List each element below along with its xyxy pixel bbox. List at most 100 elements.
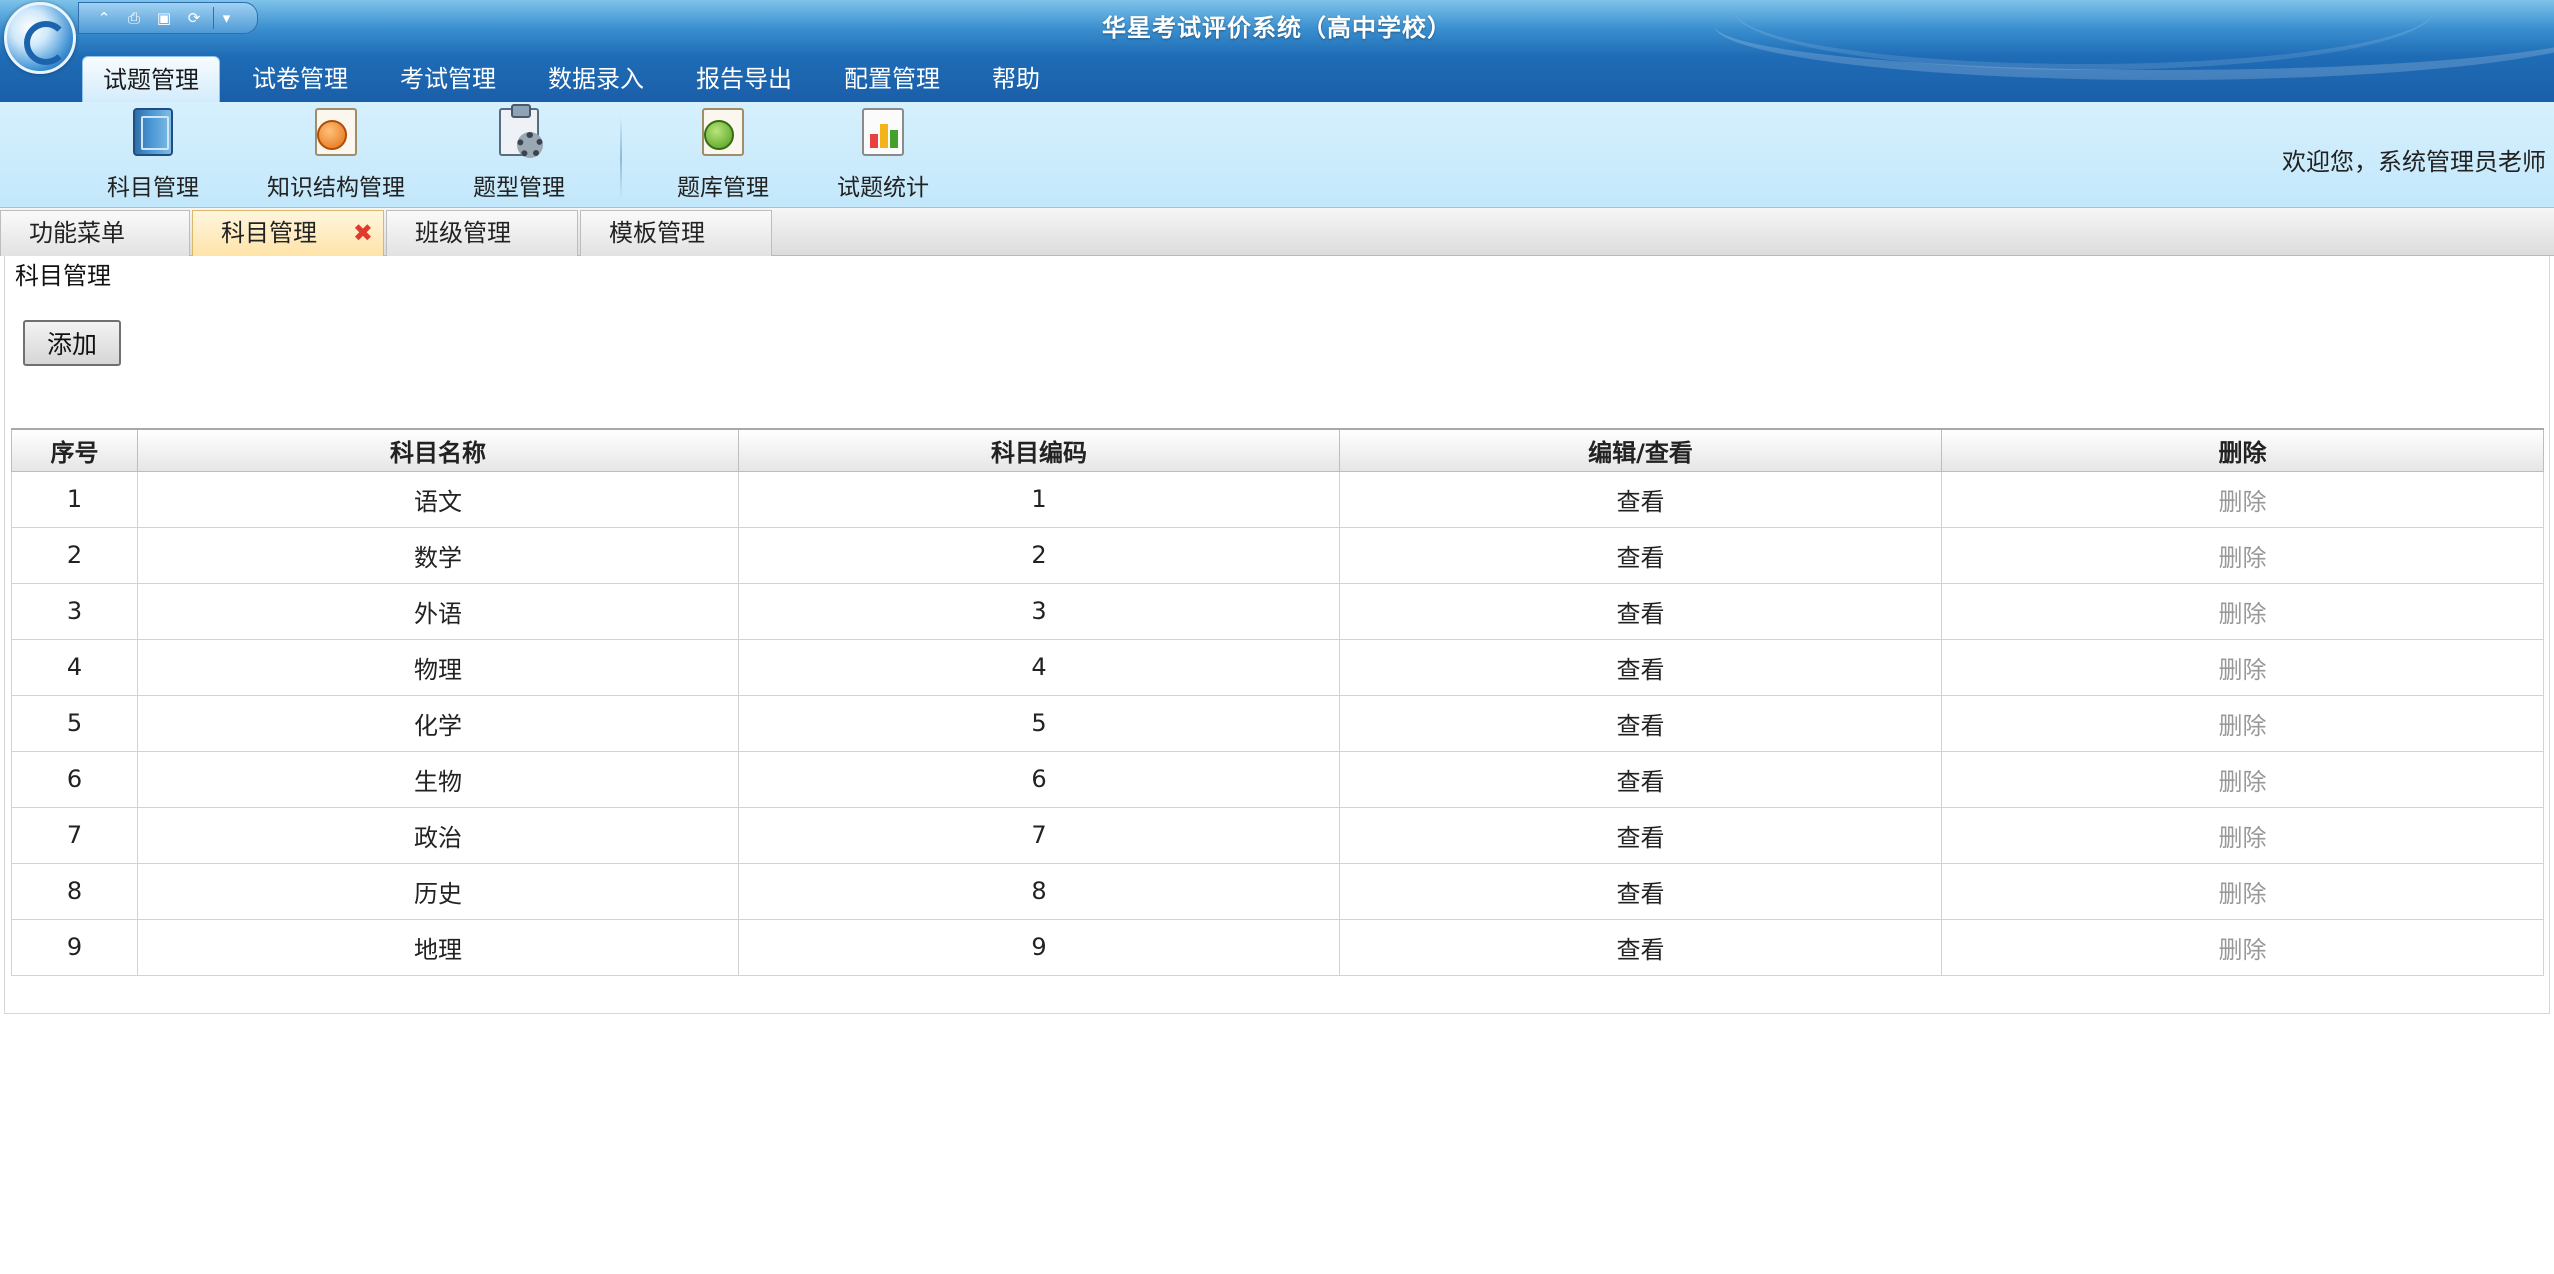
table-row: 7 政治 7 查看 删除 <box>11 806 2544 864</box>
question-bank-button[interactable]: 题库管理 <box>668 108 778 204</box>
delete-link: 删除 <box>1941 918 2544 976</box>
question-type-button[interactable]: 题型管理 <box>464 104 574 204</box>
doc-tab-function-menu[interactable]: 功能菜单 <box>0 210 190 256</box>
cell-index: 7 <box>11 806 138 864</box>
cell-subject-name: 政治 <box>137 806 739 864</box>
welcome-message: 欢迎您，系统管理员老师 <box>2282 148 2546 176</box>
column-header-subject-code: 科目编码 <box>738 428 1340 472</box>
subject-management-panel: 科目管理 添加 序号 科目名称 科目编码 编辑/查看 删除 1 语文 1 查看 … <box>4 256 2550 1014</box>
ribbon-panel: 科目管理 知识结构管理 题型管理 题库管理 试题统计 欢迎您，系统管理员老师 <box>0 102 2554 208</box>
document-tab-bar: 功能菜单 科目管理 ✖ 班级管理 模板管理 <box>0 208 2554 256</box>
doc-tab-label: 科目管理 <box>221 219 317 247</box>
knowledge-structure-label: 知识结构管理 <box>267 175 405 201</box>
toolbar-dropdown-icon[interactable]: ▾ <box>213 7 239 29</box>
cell-index: 9 <box>11 918 138 976</box>
question-bank-label: 题库管理 <box>677 175 769 201</box>
ribbon-separator <box>620 116 622 200</box>
collapse-icon[interactable]: ⌃ <box>93 7 115 29</box>
window-title: 华星考试评价系统（高中学校） <box>1102 14 1452 42</box>
quick-access-toolbar: ⌃ ⎙ ▣ ⟳ ▾ <box>78 2 258 34</box>
bar-chart-icon <box>862 108 904 156</box>
cell-subject-code: 4 <box>738 638 1340 696</box>
view-link[interactable]: 查看 <box>1339 750 1942 808</box>
book-icon <box>133 108 173 156</box>
knowledge-doc-icon <box>315 108 357 156</box>
view-link[interactable]: 查看 <box>1339 862 1942 920</box>
table-row: 6 生物 6 查看 删除 <box>11 750 2544 808</box>
ribbon-tab-paper-management[interactable]: 试卷管理 <box>232 56 368 102</box>
view-link[interactable]: 查看 <box>1339 582 1942 640</box>
delete-link: 删除 <box>1941 862 2544 920</box>
column-header-edit-view: 编辑/查看 <box>1339 428 1942 472</box>
cell-subject-name: 数学 <box>137 526 739 584</box>
delete-link: 删除 <box>1941 806 2544 864</box>
delete-link: 删除 <box>1941 526 2544 584</box>
ribbon-tab-help[interactable]: 帮助 <box>972 56 1060 102</box>
cell-index: 8 <box>11 862 138 920</box>
refresh-icon[interactable]: ⟳ <box>183 7 205 29</box>
table-row: 9 地理 9 查看 删除 <box>11 918 2544 976</box>
column-header-subject-name: 科目名称 <box>137 428 739 472</box>
column-header-index: 序号 <box>11 428 138 472</box>
ribbon-tab-config-management[interactable]: 配置管理 <box>824 56 960 102</box>
delete-link: 删除 <box>1941 694 2544 752</box>
doc-tab-subject-management[interactable]: 科目管理 ✖ <box>192 210 384 256</box>
cell-index: 1 <box>11 470 138 528</box>
ribbon-tab-report-export[interactable]: 报告导出 <box>676 56 812 102</box>
table-row: 1 语文 1 查看 删除 <box>11 470 2544 528</box>
delete-link: 删除 <box>1941 638 2544 696</box>
view-link[interactable]: 查看 <box>1339 806 1942 864</box>
panel-title: 科目管理 <box>15 262 111 290</box>
subject-management-button[interactable]: 科目管理 <box>98 108 208 204</box>
question-type-label: 题型管理 <box>473 175 565 201</box>
subject-table: 序号 科目名称 科目编码 编辑/查看 删除 1 语文 1 查看 删除 2 数学 … <box>11 428 2544 976</box>
cell-subject-code: 3 <box>738 582 1340 640</box>
table-row: 2 数学 2 查看 删除 <box>11 526 2544 584</box>
doc-tab-template-management[interactable]: 模板管理 <box>580 210 772 256</box>
title-bar: 华星考试评价系统（高中学校） 试题管理 试卷管理 考试管理 数据录入 报告导出 … <box>0 0 2554 102</box>
cell-subject-code: 6 <box>738 750 1340 808</box>
question-bank-icon <box>702 108 744 156</box>
view-link[interactable]: 查看 <box>1339 526 1942 584</box>
table-header-row: 序号 科目名称 科目编码 编辑/查看 删除 <box>11 428 2544 472</box>
add-subject-button[interactable]: 添加 <box>23 320 121 366</box>
table-row: 5 化学 5 查看 删除 <box>11 694 2544 752</box>
ribbon-tab-question-management[interactable]: 试题管理 <box>82 56 220 102</box>
cell-index: 6 <box>11 750 138 808</box>
cell-subject-name: 生物 <box>137 750 739 808</box>
cell-subject-name: 化学 <box>137 694 739 752</box>
ribbon-tab-bar: 试题管理 试卷管理 考试管理 数据录入 报告导出 配置管理 帮助 <box>82 56 1072 102</box>
cell-subject-code: 5 <box>738 694 1340 752</box>
cell-index: 4 <box>11 638 138 696</box>
table-row: 4 物理 4 查看 删除 <box>11 638 2544 696</box>
cell-subject-code: 2 <box>738 526 1340 584</box>
cell-index: 3 <box>11 582 138 640</box>
ribbon-tab-exam-management[interactable]: 考试管理 <box>380 56 516 102</box>
print-icon[interactable]: ⎙ <box>123 7 145 29</box>
view-link[interactable]: 查看 <box>1339 694 1942 752</box>
cell-subject-name: 历史 <box>137 862 739 920</box>
subject-management-label: 科目管理 <box>107 175 199 201</box>
delete-link: 删除 <box>1941 470 2544 528</box>
cell-subject-name: 语文 <box>137 470 739 528</box>
doc-tab-class-management[interactable]: 班级管理 <box>386 210 578 256</box>
cell-index: 5 <box>11 694 138 752</box>
cell-index: 2 <box>11 526 138 584</box>
cell-subject-code: 7 <box>738 806 1340 864</box>
close-icon[interactable]: ✖ <box>353 211 373 255</box>
cell-subject-name: 物理 <box>137 638 739 696</box>
clipboard-gear-icon <box>499 104 543 158</box>
save-icon[interactable]: ▣ <box>153 7 175 29</box>
view-link[interactable]: 查看 <box>1339 918 1942 976</box>
cell-subject-code: 1 <box>738 470 1340 528</box>
ribbon-tab-data-entry[interactable]: 数据录入 <box>528 56 664 102</box>
delete-link: 删除 <box>1941 750 2544 808</box>
cell-subject-code: 9 <box>738 918 1340 976</box>
knowledge-structure-button[interactable]: 知识结构管理 <box>258 108 414 204</box>
app-logo-icon[interactable] <box>4 2 76 74</box>
question-statistics-button[interactable]: 试题统计 <box>828 108 938 204</box>
view-link[interactable]: 查看 <box>1339 638 1942 696</box>
view-link[interactable]: 查看 <box>1339 470 1942 528</box>
table-row: 3 外语 3 查看 删除 <box>11 582 2544 640</box>
table-row: 8 历史 8 查看 删除 <box>11 862 2544 920</box>
